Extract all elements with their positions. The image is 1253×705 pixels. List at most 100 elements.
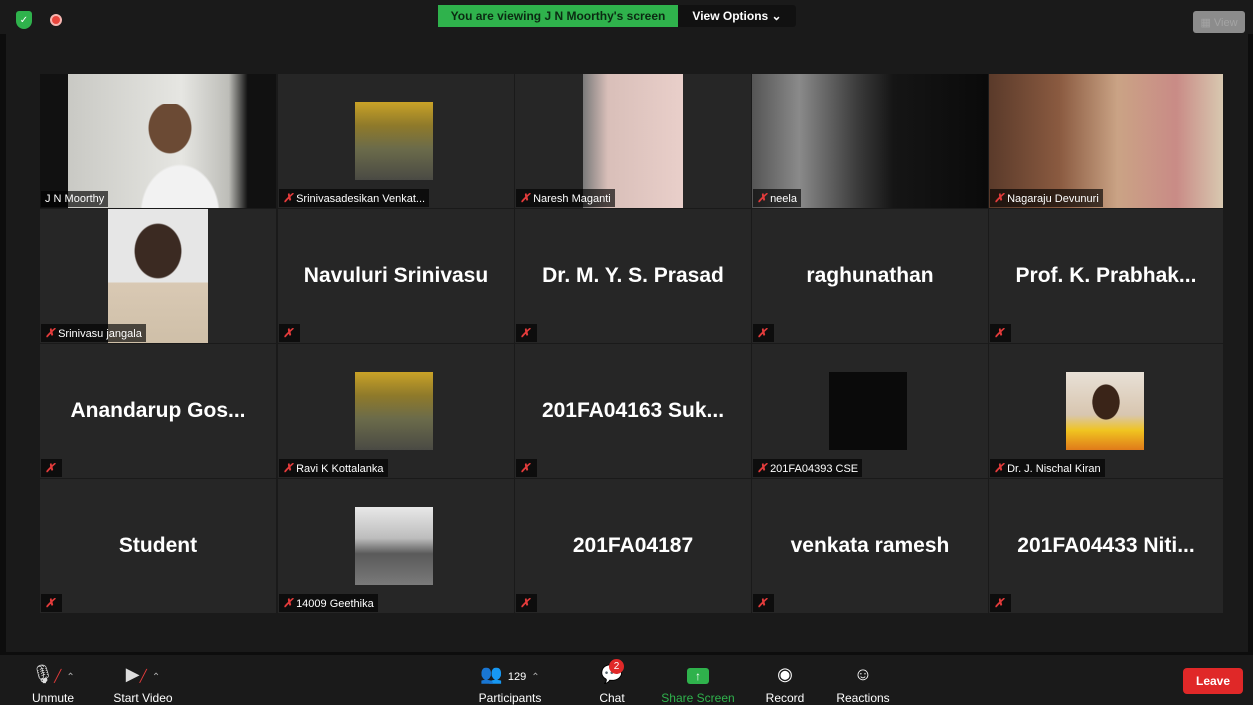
muted-mic-icon: ✗ [520,596,531,610]
profile-photo [355,102,433,180]
participant-tile[interactable]: ✗ Dr. J. Nischal Kiran [989,344,1223,478]
participant-tile[interactable]: Prof. K. Prabhak... ✗ [989,209,1223,343]
muted-mic-icon: ✗ [45,596,56,610]
participant-name: ✗ 201FA04393 CSE [753,459,863,477]
view-options-button[interactable]: View Options ⌄ [678,5,796,27]
muted-indicator: ✗ [516,324,538,342]
muted-mic-icon: ✗ [757,461,768,475]
participant-name: ✗ neela [753,189,801,207]
participant-tile[interactable]: Dr. M. Y. S. Prasad ✗ [515,209,751,343]
muted-mic-icon: ✗ [994,191,1005,205]
muted-indicator: ✗ [41,594,63,612]
muted-indicator: ✗ [41,459,63,477]
muted-mic-icon: ✗ [520,191,531,205]
share-screen-icon: ↑ [687,668,709,684]
muted-indicator: ✗ [516,459,538,477]
participant-name: ✗ Naresh Maganti [516,189,615,207]
video-off-icon: ▶╱ ⌃ [125,664,161,684]
muted-indicator: ✗ [753,594,775,612]
view-button[interactable]: ▦ View [1193,11,1245,33]
profile-photo [355,507,433,585]
leave-button[interactable]: Leave [1183,668,1243,694]
participant-tile[interactable]: Navuluri Srinivasu ✗ [278,209,514,343]
participant-display-name: raghunathan [806,264,934,287]
participant-display-name: Prof. K. Prabhak... [1015,264,1197,287]
participant-tile[interactable]: ✗ 14009 Geethika [278,479,514,613]
chat-badge: 2 [609,659,624,674]
participant-tile[interactable]: Anandarup Gos... ✗ [40,344,276,478]
participant-tile[interactable]: ✗ Naresh Maganti [515,74,751,208]
chevron-up-icon: ⌃ [531,672,540,683]
muted-mic-icon: ✗ [757,326,768,340]
muted-indicator: ✗ [279,324,301,342]
participant-display-name: Navuluri Srinivasu [303,264,489,287]
muted-mic-icon: ✗ [45,326,56,340]
participant-tile[interactable]: 201FA04187 ✗ [515,479,751,613]
participant-display-name: 201FA04187 [572,534,694,557]
muted-mic-icon: 🎙╱ ⌃ [31,664,75,684]
top-bar: ✓ You are viewing J N Moorthy's screen V… [0,0,1253,34]
muted-mic-icon: ✗ [283,191,294,205]
participants-button[interactable]: 👥 129 ⌃ Participants [474,663,546,705]
participant-name: ✗ Ravi K Kottalanka [279,459,388,477]
muted-mic-icon: ✗ [994,461,1005,475]
participant-display-name: Student [118,534,198,557]
participant-name: J N Moorthy [41,191,109,207]
meeting-toolbar: 🎙╱ ⌃ Unmute ▶╱ ⌃ Start Video 👥 129 ⌃ Par… [0,655,1253,705]
participant-tile[interactable]: ✗ Ravi K Kottalanka [278,344,514,478]
participant-display-name: Dr. M. Y. S. Prasad [542,264,724,287]
participant-tile[interactable]: venkata ramesh ✗ [752,479,988,613]
video-feed [989,74,1223,208]
person-silhouette [140,104,220,208]
participant-display-name: Anandarup Gos... [70,399,246,422]
start-video-button[interactable]: ▶╱ ⌃ Start Video [108,663,178,705]
muted-indicator: ✗ [516,594,538,612]
participant-tile[interactable]: ✗ neela [752,74,988,208]
participant-tile[interactable]: ✗ Nagaraju Devunuri [989,74,1223,208]
viewing-screen-banner: You are viewing J N Moorthy's screen [438,5,678,27]
muted-indicator: ✗ [753,324,775,342]
participant-tile[interactable]: raghunathan ✗ [752,209,988,343]
participants-count: 129 [507,671,527,683]
participant-tile[interactable]: ✗ Srinivasu jangala [40,209,276,343]
profile-photo [1066,372,1144,450]
participant-name: ✗ 14009 Geethika [279,594,378,612]
reactions-button[interactable]: ☺ Reactions [834,663,892,705]
unmute-button[interactable]: 🎙╱ ⌃ Unmute [28,663,78,705]
video-feed [108,209,208,343]
share-screen-button[interactable]: ↑ Share Screen [660,663,736,705]
participant-tile[interactable]: Student ✗ [40,479,276,613]
record-button[interactable]: ◉ Record [764,663,806,705]
chat-button[interactable]: 💬 2 Chat [594,659,630,705]
muted-mic-icon: ✗ [520,326,531,340]
muted-indicator: ✗ [990,594,1012,612]
video-feed [752,74,988,208]
video-feed [583,74,683,208]
participant-display-name: 201FA04433 Niti... [1017,534,1195,557]
security-shield-icon[interactable]: ✓ [16,11,32,29]
muted-mic-icon: ✗ [994,596,1005,610]
muted-mic-icon: ✗ [757,191,768,205]
muted-indicator: ✗ [990,324,1012,342]
record-icon: ◉ [777,664,793,684]
participant-tile[interactable]: ✗ 201FA04393 CSE [752,344,988,478]
participant-tile[interactable]: 201FA04433 Niti... ✗ [989,479,1223,613]
participant-name: ✗ Srinivasu jangala [41,324,146,342]
recording-indicator-icon [50,14,62,26]
participants-icon: 👥 [480,664,503,684]
participant-display-name: venkata ramesh [790,534,950,557]
reactions-icon: ☺ [853,664,873,684]
profile-photo [355,372,433,450]
participant-display-name: 201FA04163 Suk... [541,399,725,422]
participant-name: ✗ Srinivasadesikan Venkat... [279,189,430,207]
profile-photo [829,372,907,450]
gallery-view: J N Moorthy ✗ Srinivasadesikan Venkat... … [6,34,1248,652]
muted-mic-icon: ✗ [994,326,1005,340]
participant-tile[interactable]: 201FA04163 Suk... ✗ [515,344,751,478]
muted-mic-icon: ✗ [757,596,768,610]
muted-mic-icon: ✗ [283,326,294,340]
participant-name: ✗ Dr. J. Nischal Kiran [990,459,1105,477]
participant-tile[interactable]: J N Moorthy [40,74,276,208]
participant-tile[interactable]: ✗ Srinivasadesikan Venkat... [278,74,514,208]
muted-mic-icon: ✗ [45,461,56,475]
